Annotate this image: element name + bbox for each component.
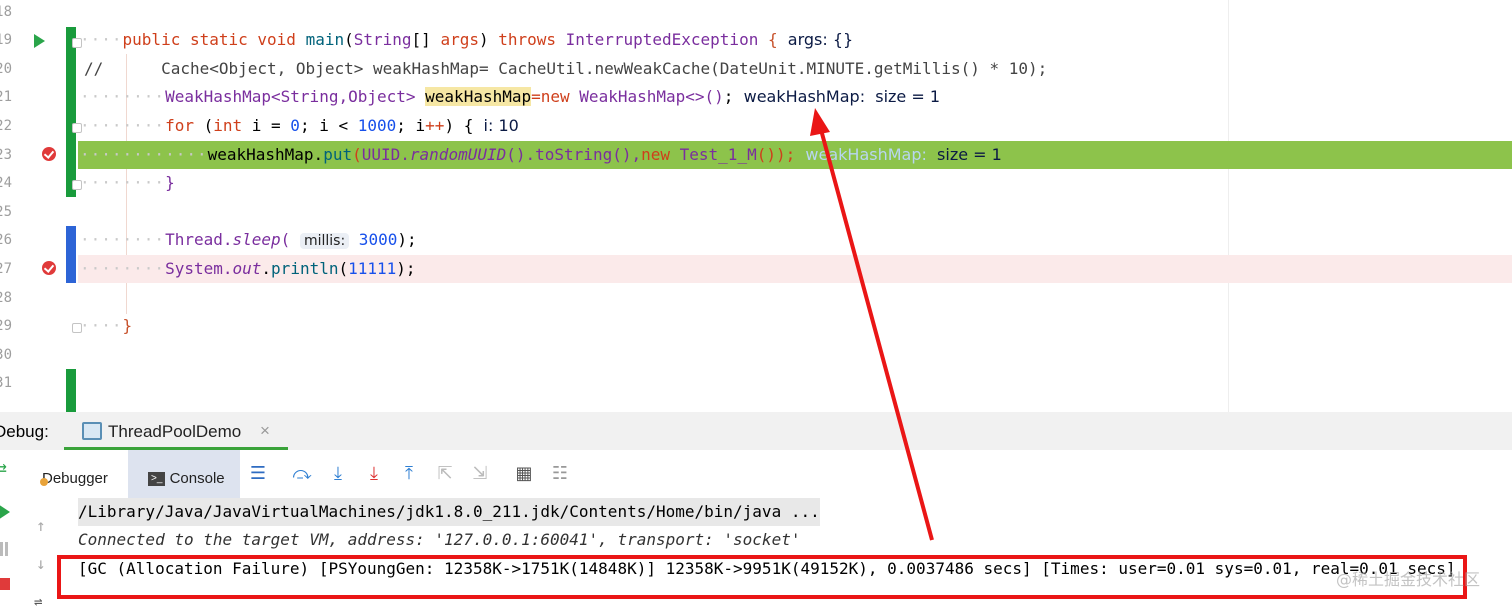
watermark: @稀土掘金技术社区	[1336, 570, 1481, 589]
annotation-arrow	[810, 108, 934, 541]
